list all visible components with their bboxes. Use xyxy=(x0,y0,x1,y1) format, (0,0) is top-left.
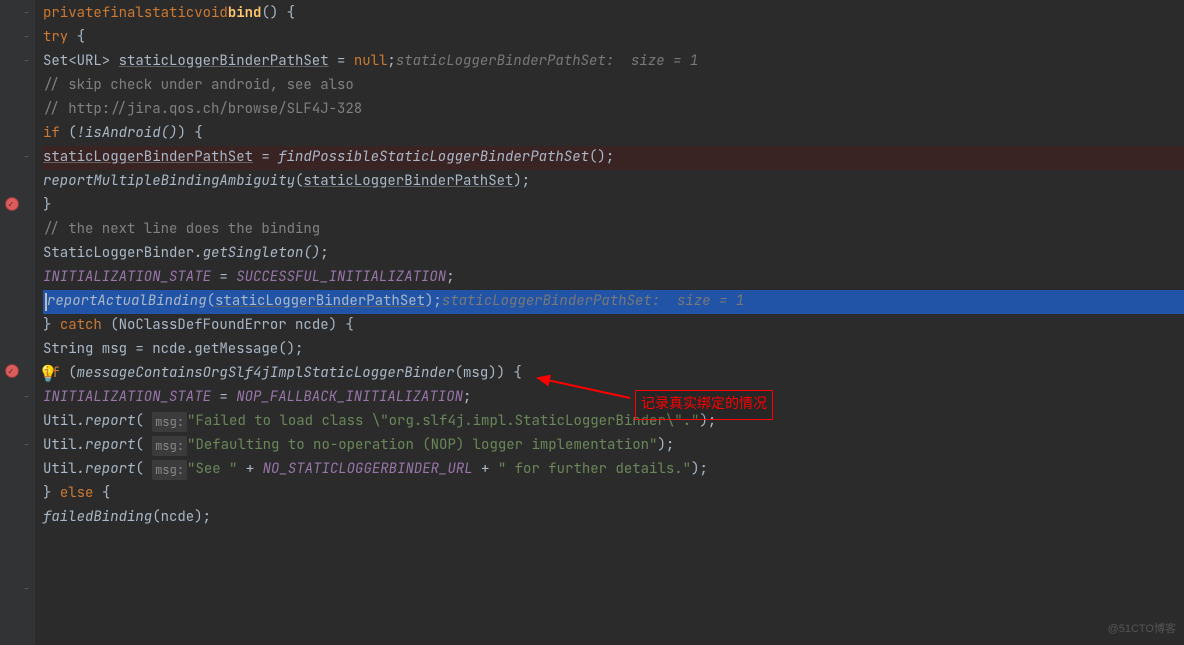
fold-icon[interactable]: - xyxy=(22,32,31,41)
code-line: private final static void bind() { xyxy=(43,2,1184,26)
code-line: StaticLoggerBinder.getSingleton(); xyxy=(43,242,1184,266)
code-line: } xyxy=(43,194,1184,218)
fold-icon[interactable]: - xyxy=(22,584,31,593)
code-line: // the next line does the binding xyxy=(43,218,1184,242)
code-line: Set<URL> staticLoggerBinderPathSet = nul… xyxy=(43,50,1184,74)
code-line: if (messageContainsOrgSlf4jImplStaticLog… xyxy=(43,362,1184,386)
fold-icon[interactable]: - xyxy=(22,56,31,65)
fold-icon[interactable]: - xyxy=(22,392,31,401)
code-line: String msg = ncde.getMessage(); xyxy=(43,338,1184,362)
watermark: @51CTO博客 xyxy=(1108,620,1176,639)
gutter[interactable]: - - - - - - - xyxy=(0,0,35,645)
code-line: // http://jira.qos.ch/browse/SLF4J-328 xyxy=(43,98,1184,122)
fold-icon[interactable]: - xyxy=(22,152,31,161)
code-line: Util.report( msg: "Failed to load class … xyxy=(43,410,1184,434)
breakpoint-icon[interactable] xyxy=(5,197,19,211)
code-line: INITIALIZATION_STATE = SUCCESSFUL_INITIA… xyxy=(43,266,1184,290)
current-line: reportActualBinding(staticLoggerBinderPa… xyxy=(43,290,1184,314)
code-line: staticLoggerBinderPathSet = findPossible… xyxy=(43,146,1184,170)
code-line: Util.report( msg: "See " + NO_STATICLOGG… xyxy=(43,458,1184,482)
code-line: try { xyxy=(43,26,1184,50)
code-line: // skip check under android, see also xyxy=(43,74,1184,98)
code-line: failedBinding(ncde); xyxy=(43,506,1184,530)
code-line: Util.report( msg: "Defaulting to no-oper… xyxy=(43,434,1184,458)
code-line: if (!isAndroid()) { xyxy=(43,122,1184,146)
fold-icon[interactable]: - xyxy=(22,8,31,17)
code-line: INITIALIZATION_STATE = NOP_FALLBACK_INIT… xyxy=(43,386,1184,410)
breakpoint-icon[interactable] xyxy=(5,364,19,378)
code-line: } catch (NoClassDefFoundError ncde) { xyxy=(43,314,1184,338)
code-editor[interactable]: - - - - - - - 💡 private final static voi… xyxy=(0,0,1184,645)
fold-icon[interactable]: - xyxy=(22,440,31,449)
code-line: } else { xyxy=(43,482,1184,506)
code-line: reportMultipleBindingAmbiguity(staticLog… xyxy=(43,170,1184,194)
code-area[interactable]: private final static void bind() { try {… xyxy=(35,0,1184,645)
